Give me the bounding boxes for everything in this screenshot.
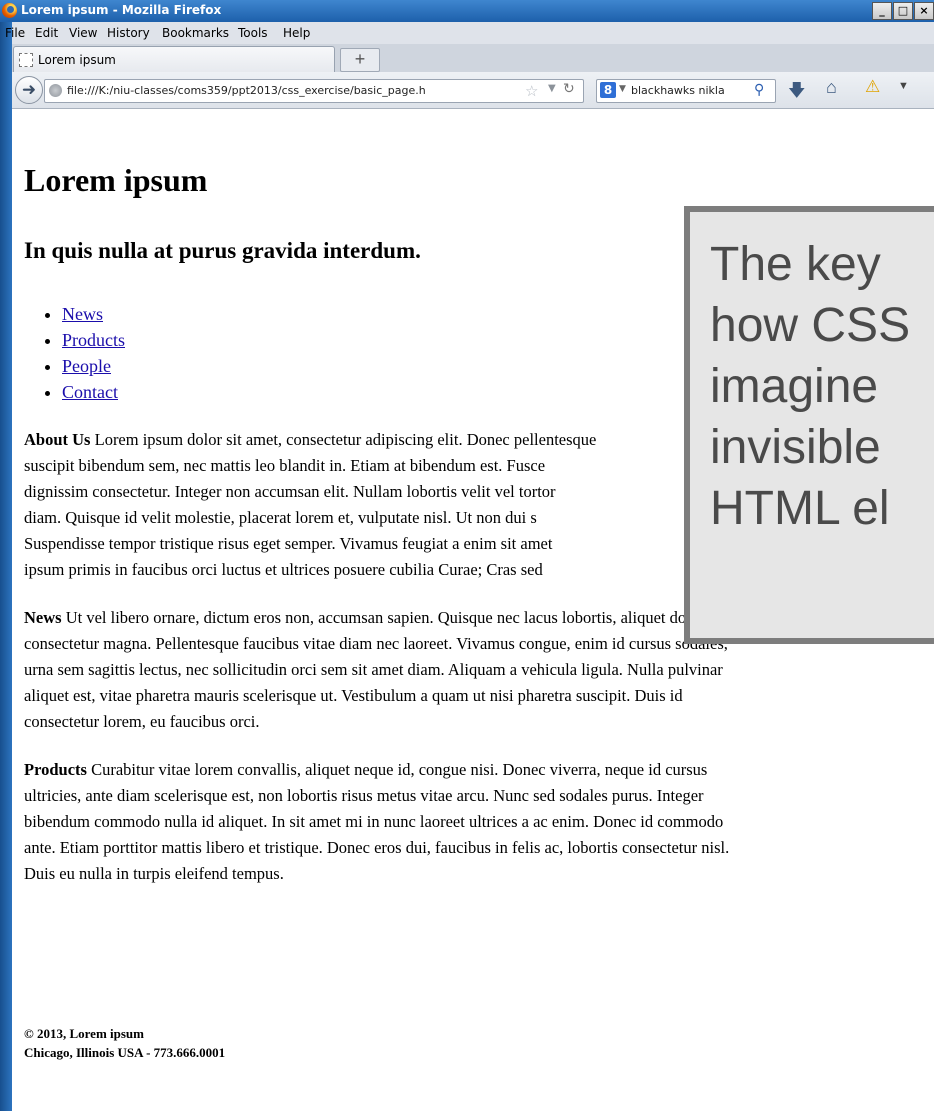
menu-icon[interactable]: ▼ — [898, 80, 909, 92]
page-icon — [19, 53, 33, 67]
nav-link-contact[interactable]: Contact — [62, 382, 118, 402]
callout-line: invisible — [710, 421, 881, 474]
paragraph-heading: About Us — [24, 430, 91, 449]
callout-line: imagine — [710, 360, 879, 413]
page-footer: © 2013, Lorem ipsum Chicago, Illinois US… — [24, 1024, 225, 1062]
download-icon[interactable]: 🡇 — [788, 78, 805, 107]
back-button[interactable]: ➜ — [15, 76, 43, 104]
maximize-button[interactable]: □ — [893, 2, 913, 20]
menu-tools[interactable]: Tools — [238, 26, 268, 40]
callout-line: HTML el — [710, 482, 890, 535]
navigation-toolbar: ➜ file:///K:/niu-classes/coms359/ppt2013… — [12, 72, 934, 109]
page-subtitle: In quis nulla at purus gravida interdum. — [24, 238, 421, 263]
footer-address: Chicago, Illinois USA - 773.666.0001 — [24, 1045, 226, 1060]
menu-help[interactable]: Help — [283, 26, 310, 40]
nav-link-products[interactable]: Products — [62, 330, 125, 350]
menu-file[interactable]: File — [5, 26, 25, 40]
list-item: Products — [62, 327, 125, 353]
footer-copyright: © 2013, Lorem ipsum — [24, 1026, 144, 1041]
new-tab-button[interactable]: + — [340, 48, 380, 72]
search-icon[interactable]: ⚲ — [754, 82, 764, 98]
paragraph-line: ultricies, ante diam scelerisque est, no… — [24, 786, 704, 805]
paragraph-line: suscipit bibendum sem, nec mattis leo bl… — [24, 456, 546, 475]
list-item: Contact — [62, 379, 125, 405]
reload-icon[interactable]: ↻ — [563, 81, 575, 97]
paragraph-line: dignissim consectetur. Integer non accum… — [24, 482, 556, 501]
menu-bar: File Edit View History Bookmarks Tools H… — [5, 22, 934, 44]
paragraph-heading: News — [24, 608, 62, 627]
callout-text: The key how CSS imagine invisible HTML e… — [710, 234, 934, 539]
paragraph-line: consectetur lorem, eu faucibus orci. — [24, 712, 260, 731]
menu-edit[interactable]: Edit — [35, 26, 58, 40]
page-title: Lorem ipsum — [24, 162, 208, 198]
search-bar[interactable]: 8 ▼ blackhawks nikla ⚲ — [596, 79, 776, 103]
list-item: News — [62, 301, 125, 327]
paragraph-line: Lorem ipsum dolor sit amet, consectetur … — [94, 430, 597, 449]
star-icon[interactable]: ☆ — [525, 82, 538, 100]
engine-dropdown-icon[interactable]: ▼ — [619, 84, 626, 94]
callout-line: how CSS — [710, 299, 911, 352]
tab-bar: Lorem ipsum + — [12, 44, 934, 73]
window-controls: _ □ × — [871, 2, 934, 20]
paragraph-line: Curabitur vitae lorem convallis, aliquet… — [91, 760, 708, 779]
home-icon[interactable]: ⌂ — [826, 77, 837, 98]
menu-view[interactable]: View — [69, 26, 97, 40]
tab-lorem-ipsum[interactable]: Lorem ipsum — [13, 46, 335, 73]
paragraph-line: consectetur magna. Pellentesque faucibus… — [24, 634, 728, 653]
globe-icon — [49, 84, 62, 97]
dropdown-icon[interactable]: ▼ — [548, 83, 556, 94]
firefox-logo-icon — [2, 3, 17, 18]
slide-callout-box: The key how CSS imagine invisible HTML e… — [684, 206, 934, 644]
paragraph-heading: Products — [24, 760, 87, 779]
nav-link-people[interactable]: People — [62, 356, 111, 376]
paragraph-line: urna sem sagittis lectus, nec sollicitud… — [24, 660, 723, 679]
paragraph-line: diam. Quisque id velit molestie, placera… — [24, 508, 537, 527]
warning-icon[interactable]: ⚠ — [865, 77, 880, 97]
callout-line: The key — [710, 238, 881, 291]
paragraph-line: ipsum primis in faucibus orci luctus et … — [24, 560, 543, 579]
paragraph-line: Ut vel libero ornare, dictum eros non, a… — [65, 608, 726, 627]
paragraph-line: Duis eu nulla in turpis eleifend tempus. — [24, 864, 284, 883]
menu-history[interactable]: History — [107, 26, 150, 40]
window-title: Lorem ipsum - Mozilla Firefox — [21, 3, 222, 17]
url-bar[interactable]: file:///K:/niu-classes/coms359/ppt2013/c… — [44, 79, 584, 103]
search-engine-icon[interactable]: 8 — [600, 82, 616, 98]
list-item: People — [62, 353, 125, 379]
tab-label: Lorem ipsum — [38, 53, 116, 67]
menu-bookmarks[interactable]: Bookmarks — [162, 26, 229, 40]
products-paragraph: Products Curabitur vitae lorem convallis… — [24, 757, 932, 887]
paragraph-line: aliquet est, vitae pharetra mauris scele… — [24, 686, 683, 705]
minimize-button[interactable]: _ — [872, 2, 892, 20]
back-icon: ➜ — [21, 80, 37, 99]
title-bar: Lorem ipsum - Mozilla Firefox _ □ × — [0, 0, 934, 22]
paragraph-line: ante. Etiam porttitor mattis libero et t… — [24, 838, 730, 857]
nav-list: News Products People Contact — [36, 301, 125, 405]
close-button[interactable]: × — [914, 2, 934, 20]
search-input[interactable]: blackhawks nikla — [631, 84, 749, 97]
nav-link-news[interactable]: News — [62, 304, 103, 324]
url-text[interactable]: file:///K:/niu-classes/coms359/ppt2013/c… — [67, 84, 507, 97]
paragraph-line: Suspendisse tempor tristique risus eget … — [24, 534, 553, 553]
browser-window: Lorem ipsum - Mozilla Firefox _ □ × File… — [0, 0, 934, 1111]
window-frame — [0, 0, 12, 1111]
paragraph-line: bibendum commodo nulla id aliquet. In si… — [24, 812, 724, 831]
